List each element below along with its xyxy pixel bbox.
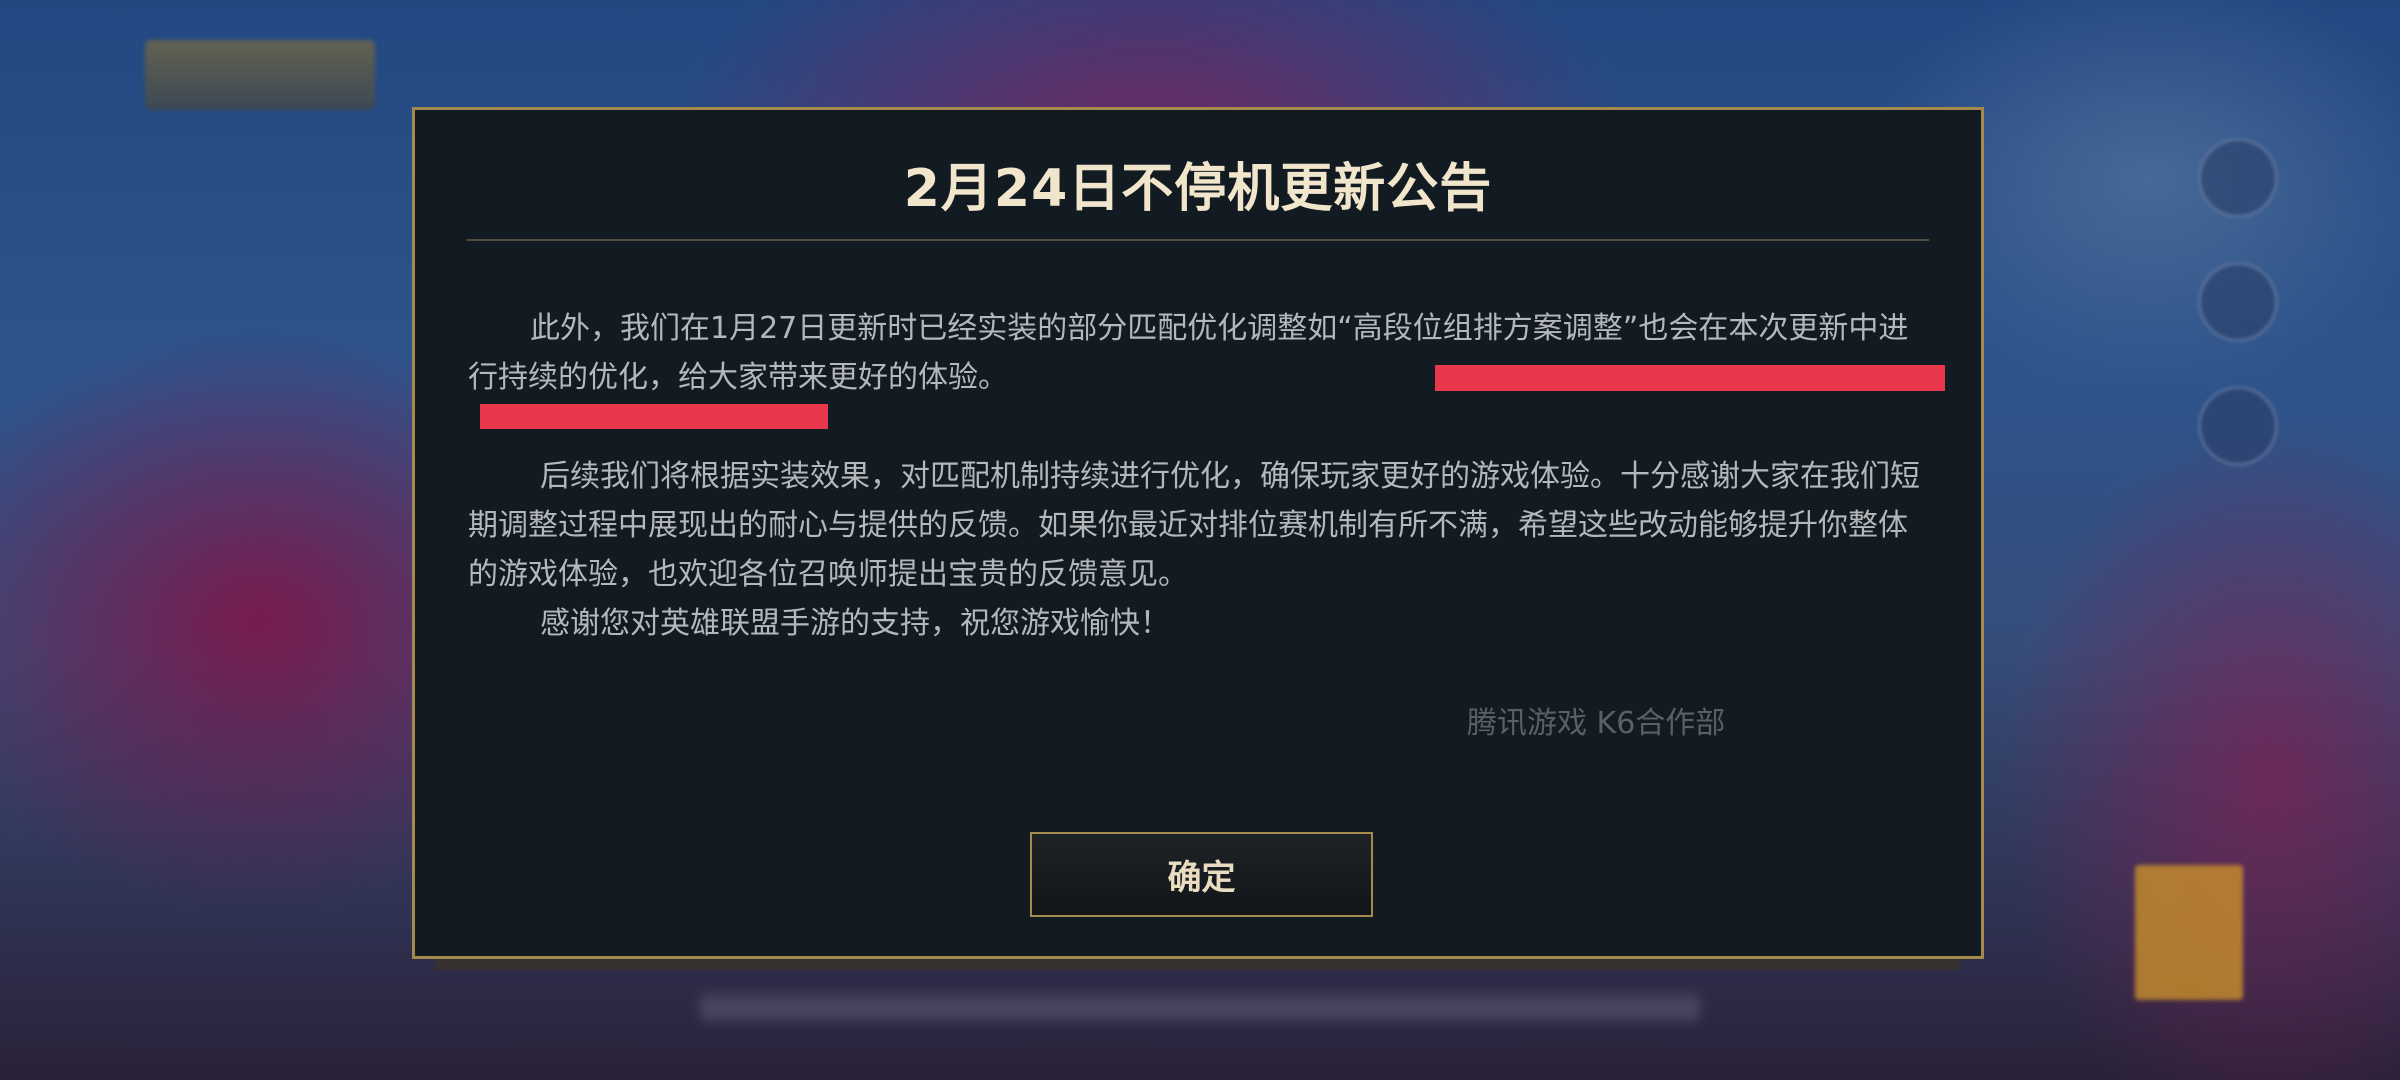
game-logo [145, 40, 375, 110]
side-menu-button-1[interactable] [2198, 138, 2278, 218]
announcement-signature: 腾讯游戏 K6合作部 [1467, 706, 1726, 741]
red-highlight-mark-1 [1435, 365, 1945, 391]
side-menu-button-3[interactable] [2198, 386, 2278, 466]
confirm-button[interactable]: 确定 [1030, 832, 1373, 917]
bottom-notice-blur [700, 995, 1700, 1021]
announcement-paragraph-2: 后续我们将根据实装效果，对匹配机制持续进行优化，确保玩家更好的游戏体验。十分感谢… [468, 459, 1920, 592]
announcement-dialog: 2月24日不停机更新公告 此外，我们在1月27日更新时已经实装的部分匹配优化调整… [412, 107, 1984, 959]
dialog-shadow [435, 958, 1959, 970]
side-menu-button-2[interactable] [2198, 262, 2278, 342]
dialog-title: 2月24日不停机更新公告 [903, 159, 1493, 219]
game-screen: 2月24日不停机更新公告 此外，我们在1月27日更新时已经实装的部分匹配优化调整… [0, 0, 2400, 1080]
announcement-paragraph-3: 感谢您对英雄联盟手游的支持，祝您游戏愉快！ [540, 606, 1170, 641]
confirm-button-label: 确定 [1167, 858, 1236, 898]
title-divider [467, 239, 1929, 241]
red-highlight-mark-2 [480, 404, 828, 429]
age-rating-badge [2135, 865, 2243, 1000]
